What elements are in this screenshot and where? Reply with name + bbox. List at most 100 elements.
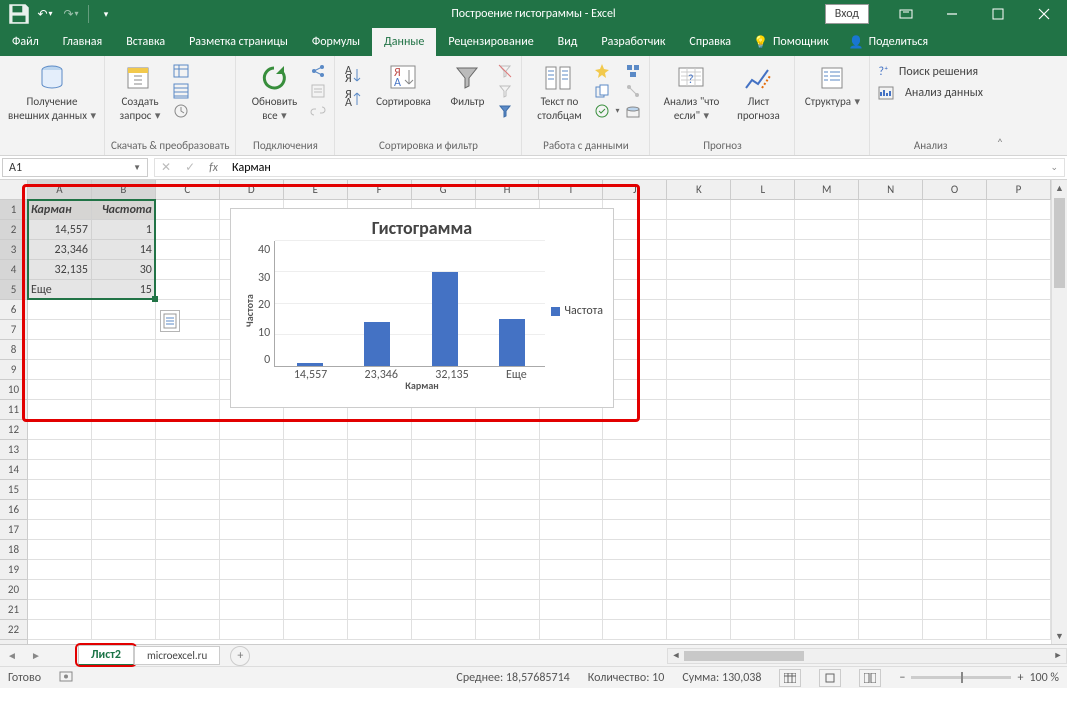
cell[interactable] — [667, 280, 731, 300]
cell[interactable] — [987, 600, 1051, 620]
row-header[interactable]: 2 — [0, 220, 27, 240]
remove-duplicates-button[interactable] — [592, 82, 621, 100]
tab-formulas[interactable]: Формулы — [300, 28, 372, 56]
sort-az-button[interactable]: АЯ — [341, 64, 365, 86]
cell[interactable] — [476, 500, 540, 520]
cell[interactable] — [540, 540, 604, 560]
cell[interactable] — [92, 380, 156, 400]
cell[interactable] — [795, 420, 859, 440]
cell[interactable] — [987, 500, 1051, 520]
cell[interactable] — [156, 500, 220, 520]
cell[interactable] — [923, 480, 987, 500]
cell[interactable] — [412, 600, 476, 620]
cell[interactable] — [667, 300, 731, 320]
cell[interactable] — [220, 500, 284, 520]
cell[interactable] — [795, 560, 859, 580]
cell[interactable] — [92, 340, 156, 360]
cell[interactable] — [156, 560, 220, 580]
cell[interactable] — [284, 440, 348, 460]
cell[interactable] — [923, 300, 987, 320]
cell[interactable] — [731, 300, 795, 320]
cell[interactable] — [667, 500, 731, 520]
cell[interactable] — [412, 460, 476, 480]
solver-button[interactable]: ?⁺ Поиск решения — [876, 64, 984, 80]
cell[interactable] — [731, 400, 795, 420]
share-button[interactable]: 👤 Поделиться — [839, 28, 938, 56]
cell[interactable] — [795, 600, 859, 620]
cell[interactable] — [28, 440, 92, 460]
undo-icon[interactable]: ↶▾ — [32, 2, 58, 26]
cell[interactable]: 15 — [92, 280, 156, 300]
cell[interactable] — [28, 560, 92, 580]
vertical-scrollbar[interactable]: ▲ ▼ — [1051, 180, 1067, 644]
cell[interactable] — [92, 320, 156, 340]
cell[interactable] — [795, 360, 859, 380]
cell[interactable] — [220, 600, 284, 620]
cell[interactable] — [987, 400, 1051, 420]
row-header[interactable]: 9 — [0, 360, 27, 380]
cell[interactable] — [603, 460, 667, 480]
cell[interactable] — [859, 260, 923, 280]
cell[interactable]: 14 — [92, 240, 156, 260]
consolidate-button[interactable] — [623, 62, 643, 80]
row-header[interactable]: 1 — [0, 200, 27, 220]
cell[interactable] — [603, 420, 667, 440]
col-header[interactable]: D — [220, 180, 284, 199]
sort-za-button[interactable]: ЯА — [341, 88, 365, 110]
cell[interactable] — [156, 260, 220, 280]
cell[interactable] — [92, 620, 156, 640]
cell[interactable] — [859, 380, 923, 400]
zoom-out-button[interactable]: − — [899, 671, 905, 685]
cell[interactable] — [92, 300, 156, 320]
reapply-filter-button[interactable] — [495, 82, 515, 100]
col-header[interactable]: O — [923, 180, 987, 199]
cell[interactable] — [348, 500, 412, 520]
advanced-filter-button[interactable] — [495, 102, 515, 120]
cell[interactable] — [731, 280, 795, 300]
cell[interactable] — [284, 420, 348, 440]
cell[interactable] — [540, 440, 604, 460]
cell[interactable] — [667, 400, 731, 420]
relationships-button[interactable] — [623, 82, 643, 100]
cell[interactable] — [795, 380, 859, 400]
cell[interactable] — [348, 600, 412, 620]
ribbon-options-icon[interactable] — [883, 0, 929, 28]
tab-developer[interactable]: Разработчик — [589, 28, 677, 56]
cell[interactable] — [603, 580, 667, 600]
cell[interactable] — [540, 580, 604, 600]
cell[interactable] — [156, 200, 220, 220]
cell[interactable] — [28, 520, 92, 540]
col-header[interactable]: I — [539, 180, 603, 199]
minimize-button[interactable] — [929, 0, 975, 28]
sheet-tab-active[interactable]: Лист2 — [78, 645, 134, 666]
cell[interactable] — [476, 520, 540, 540]
cell[interactable] — [923, 260, 987, 280]
cell[interactable] — [156, 600, 220, 620]
col-header[interactable]: L — [731, 180, 795, 199]
cell[interactable] — [667, 420, 731, 440]
cell[interactable] — [603, 600, 667, 620]
cell[interactable] — [987, 360, 1051, 380]
cell[interactable] — [731, 600, 795, 620]
cell[interactable] — [156, 480, 220, 500]
scroll-left-icon[interactable]: ◄ — [668, 649, 684, 663]
tab-help[interactable]: Справка — [677, 28, 743, 56]
cell[interactable] — [540, 520, 604, 540]
cell[interactable] — [476, 560, 540, 580]
cell[interactable] — [92, 580, 156, 600]
cell[interactable] — [156, 340, 220, 360]
cell[interactable] — [667, 600, 731, 620]
formula-bar[interactable]: ✕ ✓ fx Карман ⌄ — [154, 158, 1065, 177]
scroll-thumb[interactable] — [1054, 198, 1065, 288]
cell[interactable] — [731, 580, 795, 600]
page-break-view-button[interactable] — [859, 669, 881, 687]
cell[interactable] — [348, 460, 412, 480]
cell[interactable] — [795, 400, 859, 420]
fx-icon[interactable]: fx — [209, 161, 218, 175]
cell[interactable] — [412, 540, 476, 560]
cell[interactable] — [859, 620, 923, 640]
cell[interactable] — [156, 220, 220, 240]
cell[interactable] — [859, 220, 923, 240]
cell[interactable] — [156, 280, 220, 300]
cell[interactable]: Еще — [28, 280, 92, 300]
